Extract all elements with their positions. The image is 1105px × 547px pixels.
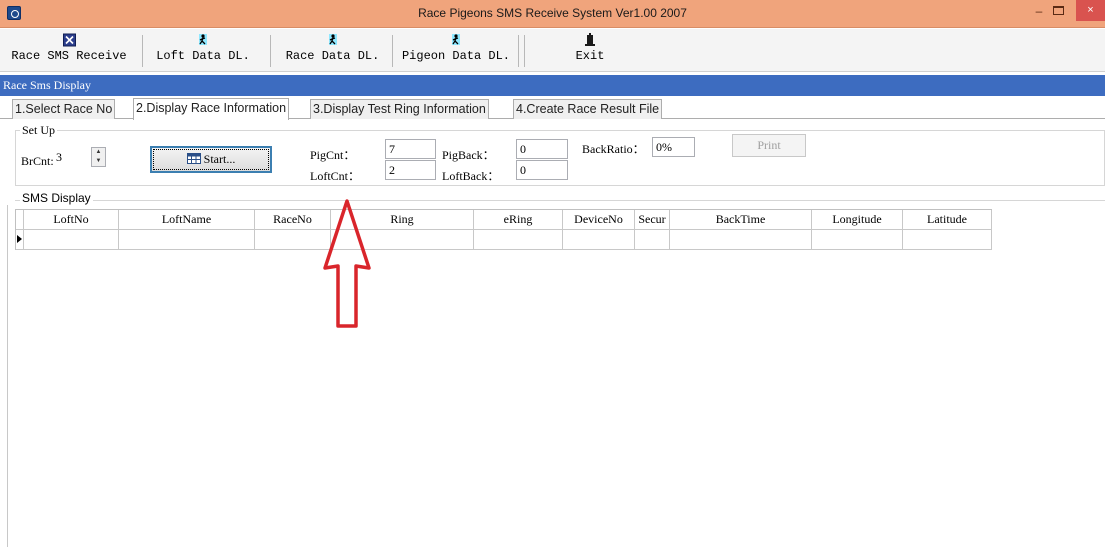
sms-display-group: [15, 200, 1105, 201]
table-icon: [186, 153, 201, 164]
tab-select-race-no[interactable]: 1.Select Race No: [12, 99, 116, 119]
tab-strip: 1.Select Race No 2.Display Race Informat…: [0, 98, 1105, 120]
loft-data-dl-button[interactable]: Loft Data DL.: [148, 33, 258, 69]
column-header-secur[interactable]: Secur: [635, 210, 670, 230]
exit-door-icon: [585, 33, 595, 46]
toolbar-separator: [392, 35, 393, 67]
window-title: Race Pigeons SMS Receive System Ver1.00 …: [418, 6, 687, 20]
loftback-label: LoftBack：: [442, 169, 500, 183]
spin-up-icon[interactable]: ▲: [92, 148, 105, 157]
start-button[interactable]: Start...: [150, 146, 272, 173]
brcnt-spinner[interactable]: ▲ ▼: [91, 147, 106, 167]
sms-display-legend: SMS Display: [20, 191, 93, 205]
section-header: Race Sms Display: [0, 75, 1105, 96]
toolbar-separator: [524, 35, 525, 67]
table-cell[interactable]: [119, 230, 255, 250]
table-cell[interactable]: [812, 230, 903, 250]
title-bar: Race Pigeons SMS Receive System Ver1.00 …: [0, 0, 1105, 28]
pigcnt-field[interactable]: 7: [385, 139, 436, 159]
column-header-loftname[interactable]: LoftName: [119, 210, 255, 230]
print-button[interactable]: Print: [732, 134, 806, 157]
column-header-ering[interactable]: eRing: [474, 210, 563, 230]
brcnt-input[interactable]: 3: [53, 148, 77, 168]
race-data-dl-label: Race Data DL.: [285, 49, 380, 63]
runner-icon: [452, 34, 460, 45]
race-sms-receive-button[interactable]: Race SMS Receive: [4, 33, 134, 69]
exit-label: Exit: [575, 49, 605, 63]
pigeon-data-dl-button[interactable]: Pigeon Data DL.: [398, 33, 514, 69]
table-cell[interactable]: [670, 230, 812, 250]
tab-create-race-result-file[interactable]: 4.Create Race Result File: [513, 99, 663, 119]
grid-header-row: LoftNo LoftName RaceNo Ring eRing Device…: [16, 210, 992, 230]
toolbar-separator: [518, 35, 519, 67]
column-header-backtime[interactable]: BackTime: [670, 210, 812, 230]
pigcnt-label: PigCnt：: [310, 148, 356, 162]
row-header[interactable]: [16, 230, 24, 250]
column-header-longitude[interactable]: Longitude: [812, 210, 903, 230]
toolbar: Race SMS Receive Loft Data DL. Race Data…: [0, 29, 1105, 72]
sms-data-grid[interactable]: LoftNo LoftName RaceNo Ring eRing Device…: [15, 209, 992, 250]
column-header-deviceno[interactable]: DeviceNo: [563, 210, 635, 230]
toolbar-separator: [270, 35, 271, 67]
maximize-button[interactable]: [1053, 6, 1064, 15]
red-up-arrow-annotation: [323, 199, 371, 328]
table-cell[interactable]: [474, 230, 563, 250]
tab-display-test-ring-information[interactable]: 3.Display Test Ring Information: [310, 99, 489, 119]
race-sms-receive-label: Race SMS Receive: [11, 49, 127, 63]
left-border: [7, 205, 8, 547]
race-data-dl-button[interactable]: Race Data DL.: [280, 33, 385, 69]
pigback-field[interactable]: 0: [516, 139, 568, 159]
backratio-label: BackRatio：: [582, 142, 645, 156]
sms-receive-icon: [62, 33, 76, 47]
tab-display-race-information[interactable]: 2.Display Race Information: [133, 98, 290, 120]
minimize-button[interactable]: –: [1031, 4, 1047, 20]
brcnt-label: BrCnt:: [21, 154, 54, 168]
loftback-field[interactable]: 0: [516, 160, 568, 180]
table-cell[interactable]: [563, 230, 635, 250]
runner-icon: [199, 34, 207, 45]
pigeon-data-dl-label: Pigeon Data DL.: [401, 49, 511, 63]
column-header-latitude[interactable]: Latitude: [903, 210, 992, 230]
table-row[interactable]: [16, 230, 992, 250]
loftcnt-field[interactable]: 2: [385, 160, 436, 180]
start-button-label: Start...: [203, 152, 236, 166]
spin-down-icon[interactable]: ▼: [92, 157, 105, 166]
table-cell[interactable]: [24, 230, 119, 250]
table-cell[interactable]: [635, 230, 670, 250]
runner-icon: [328, 34, 337, 45]
backratio-field[interactable]: 0%: [652, 137, 695, 157]
loft-data-dl-label: Loft Data DL.: [156, 49, 250, 63]
column-header-loftno[interactable]: LoftNo: [24, 210, 119, 230]
pigback-label: PigBack：: [442, 148, 495, 162]
setup-legend: Set Up: [20, 123, 57, 138]
close-button[interactable]: ×: [1076, 0, 1105, 21]
toolbar-separator: [142, 35, 143, 67]
table-cell[interactable]: [903, 230, 992, 250]
current-row-icon: [17, 235, 22, 243]
loftcnt-label: LoftCnt：: [310, 169, 360, 183]
row-header-corner: [16, 210, 24, 230]
exit-button[interactable]: Exit: [565, 33, 615, 69]
